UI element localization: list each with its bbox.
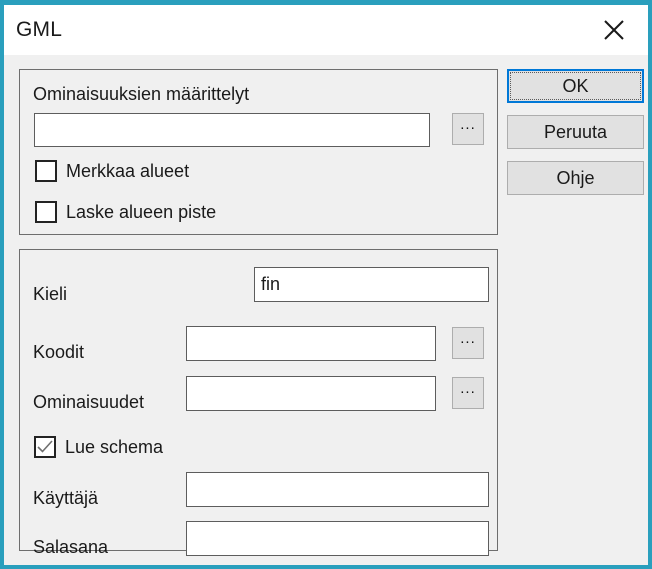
properties-definitions-input[interactable] [34,113,430,147]
close-button[interactable] [586,5,642,55]
checkbox-unchecked-icon [35,160,57,182]
kieli-input[interactable] [254,267,489,302]
checkbox-lue-schema[interactable]: Lue schema [34,436,163,458]
ominaisuudet-browse-button[interactable]: ... [452,377,484,409]
label-salasana: Salasana [33,537,109,557]
label-ominaisuudet: Ominaisuudet [33,392,145,412]
checkbox-merkkaa-alueet[interactable]: Merkkaa alueet [35,160,189,182]
ok-button[interactable]: OK [507,69,644,103]
ellipsis-icon: ... [460,116,476,133]
label-kieli: Kieli [33,284,68,304]
window-title: GML [16,18,63,41]
gml-dialog-window: GML Ominaisuuksien määrittelyt ... Merkk… [0,0,652,569]
koodit-input[interactable] [186,326,436,361]
checkbox-merkkaa-alueet-label: Merkkaa alueet [66,161,190,181]
group-properties: Ominaisuuksien määrittelyt ... Merkkaa a… [19,69,498,235]
help-button[interactable]: Ohje [507,161,644,195]
close-icon [602,18,626,42]
label-koodit: Koodit [33,342,85,362]
label-ominaisuuksien-maarittelyt: Ominaisuuksien määrittelyt [33,84,250,104]
ok-button-label: OK [562,75,589,96]
koodit-browse-button[interactable]: ... [452,327,484,359]
help-button-label: Ohje [556,167,595,188]
group-connection: Kieli Koodit ... Ominaisuudet ... [19,249,498,557]
salasana-input[interactable] [186,521,489,556]
checkbox-laske-alueen-piste-label: Laske alueen piste [66,202,217,222]
checkbox-unchecked-icon [35,201,57,223]
checkbox-checked-icon [34,436,56,458]
dialog-body: Ominaisuuksien määrittelyt ... Merkkaa a… [4,55,648,565]
ellipsis-icon: ... [460,380,476,397]
checkbox-lue-schema-label: Lue schema [65,437,164,457]
checkbox-laske-alueen-piste[interactable]: Laske alueen piste [35,201,216,223]
cancel-button-label: Peruuta [543,121,608,142]
kayttaja-input[interactable] [186,472,489,507]
cancel-button[interactable]: Peruuta [507,115,644,149]
label-kayttaja: Käyttäjä [33,488,99,508]
properties-definitions-browse-button[interactable]: ... [452,113,484,145]
ellipsis-icon: ... [460,330,476,347]
title-bar: GML [4,5,648,55]
ominaisuudet-input[interactable] [186,376,436,411]
